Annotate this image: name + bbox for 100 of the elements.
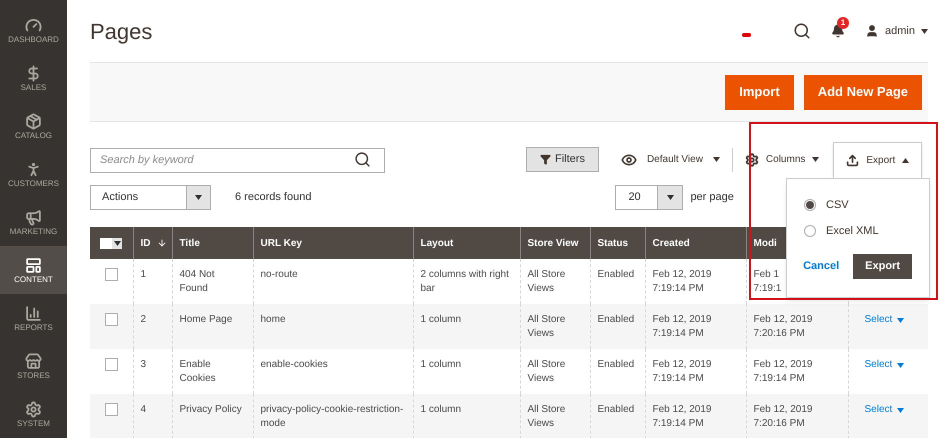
notification-count: 1 (837, 17, 850, 29)
table-cell: 4 (140, 404, 146, 415)
eye-icon (620, 152, 637, 168)
export-option[interactable]: CSV (804, 192, 912, 218)
table-cell: Enable Cookies (180, 359, 216, 384)
row-checkbox[interactable] (105, 403, 118, 416)
caret-icon (114, 240, 120, 246)
table-cell: Feb 12, 2019 7:20:16 PM (754, 404, 812, 429)
table-cell: privacy-policy-cookie-restriction-mode (260, 404, 404, 429)
table-cell: 1 column (420, 314, 462, 325)
menu-icon (25, 352, 42, 370)
table-cell: All Store Views (528, 404, 566, 429)
select-link[interactable]: Select (864, 403, 904, 417)
caret-icon (897, 362, 904, 368)
upload-icon (846, 154, 860, 167)
menu-icon (25, 304, 42, 322)
column-header[interactable]: Store View (528, 236, 578, 250)
column-header[interactable]: Layout (420, 236, 454, 250)
table-cell: Feb 1 7:19:1 (754, 269, 782, 294)
export-button[interactable]: Export (833, 142, 922, 178)
caret-icon (897, 318, 904, 322)
radio-button[interactable] (804, 199, 816, 211)
row-checkbox[interactable] (105, 358, 118, 371)
table-cell: All Store Views (528, 269, 566, 294)
search-icon[interactable] (354, 151, 371, 168)
caret-icon (812, 157, 820, 162)
select-link[interactable]: Select (864, 313, 904, 327)
annotation-mark (742, 33, 752, 37)
caret-icon (195, 195, 202, 200)
search-field[interactable]: Search by keyword (90, 148, 385, 172)
menu-icon (25, 400, 42, 418)
sidebar-item[interactable]: STORES (0, 342, 67, 390)
table-cell: Feb 12, 2019 7:20:16 PM (754, 314, 812, 339)
table-cell: All Store Views (528, 314, 566, 339)
columns-dropdown[interactable]: Columns (744, 152, 820, 167)
export-submit-button[interactable]: Export (853, 254, 912, 279)
column-header[interactable]: Modi (754, 236, 777, 250)
sidebar-item[interactable]: MARKETING (0, 198, 67, 246)
page-title: Pages (90, 18, 152, 46)
sidebar-item[interactable]: CATALOG (0, 102, 67, 150)
table-cell: home (260, 314, 286, 325)
cancel-link[interactable]: Cancel (803, 258, 840, 275)
per-page-label: per page (690, 190, 734, 206)
column-header[interactable]: Created (652, 236, 690, 250)
user-icon (865, 24, 880, 38)
gear-icon (744, 152, 759, 166)
table-cell: Feb 12, 2019 7:19:14 PM (652, 269, 712, 294)
table-cell: 404 Not Found (180, 269, 215, 294)
view-dropdown[interactable]: Default View (620, 152, 720, 168)
sort-icon (156, 238, 166, 248)
table-cell: Feb 12, 2019 7:19:14 PM (652, 359, 712, 384)
column-header[interactable]: URL Key (260, 236, 302, 250)
table-cell: Enabled (598, 359, 634, 370)
caret-icon (902, 158, 910, 163)
export-option[interactable]: Excel XML (804, 218, 912, 244)
sidebar-item[interactable]: REPORTS (0, 294, 67, 342)
sidebar-item[interactable]: SYSTEM (0, 390, 67, 438)
per-page-select[interactable]: 20 (615, 185, 684, 210)
table-cell: All Store Views (528, 359, 566, 384)
caret-icon (712, 157, 720, 162)
action-button[interactable]: Add New Page (804, 74, 922, 110)
row-checkbox[interactable] (105, 268, 118, 281)
caret-icon (897, 408, 904, 412)
user-menu[interactable]: admin (865, 22, 928, 40)
column-header[interactable]: Status (598, 236, 628, 250)
column-header[interactable]: Title (180, 236, 200, 250)
table-cell: Privacy Policy (180, 404, 242, 415)
table-cell: no-route (260, 269, 298, 280)
select-link[interactable]: Select (864, 358, 904, 372)
actions-dropdown[interactable]: Actions (90, 185, 211, 210)
table-cell: 1 (140, 269, 146, 280)
row-checkbox[interactable] (105, 313, 118, 326)
records-count: 6 records found (235, 190, 312, 206)
sidebar-item[interactable]: DASHBOARD (0, 6, 67, 54)
table-cell: enable-cookies (260, 359, 328, 370)
table-cell: Feb 12, 2019 7:19:14 PM (652, 404, 712, 429)
table-cell: Feb 12, 2019 7:19:14 PM (754, 359, 812, 384)
sidebar-item[interactable]: SALES (0, 54, 67, 102)
menu-icon (25, 112, 42, 130)
menu-icon (25, 256, 42, 274)
action-button[interactable]: Import (725, 74, 794, 110)
mass-select[interactable] (100, 238, 122, 248)
caret-icon (666, 195, 674, 200)
table-cell: 1 column (420, 359, 462, 370)
table-cell: Enabled (598, 404, 634, 415)
sidebar-item[interactable]: CONTENT (0, 246, 67, 294)
filters-button[interactable]: Filters (526, 147, 599, 172)
search-icon[interactable] (793, 22, 812, 40)
table-cell: 3 (140, 359, 146, 370)
caret-icon (921, 28, 928, 34)
filter-icon (540, 154, 551, 165)
radio-button[interactable] (804, 225, 816, 237)
menu-icon (25, 208, 42, 226)
menu-icon (25, 16, 42, 34)
table-cell: 2 columns with right bar (420, 269, 509, 294)
column-header[interactable]: ID (140, 236, 166, 250)
table-cell: Enabled (598, 269, 634, 280)
table-cell: 2 (140, 314, 146, 325)
table-cell: Home Page (180, 314, 232, 325)
sidebar-item[interactable]: CUSTOMERS (0, 150, 67, 198)
